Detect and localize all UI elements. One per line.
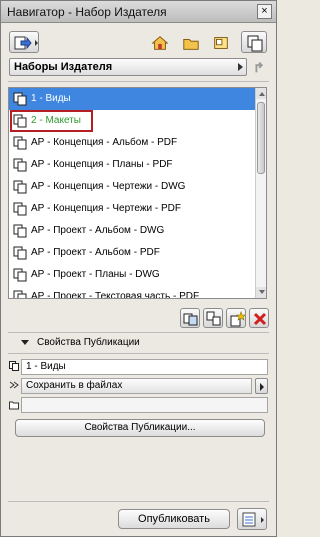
publish-set-small-icon	[9, 361, 19, 371]
publish-arrow-icon	[14, 36, 32, 50]
folder-icon[interactable]	[182, 34, 200, 52]
list-item[interactable]: 1 - Виды	[9, 88, 255, 110]
publish-set-item-icon	[13, 224, 27, 238]
publisher-sets-dropdown[interactable]: Наборы Издателя	[9, 58, 247, 76]
up-folder-icon[interactable]	[251, 58, 269, 76]
publish-set-item-icon	[13, 136, 27, 150]
list-scrollbar[interactable]	[255, 88, 266, 298]
scroll-up-button[interactable]	[256, 88, 266, 99]
list-item-label: АР - Концепция - Альбом - PDF	[31, 137, 178, 148]
list-item[interactable]: АР - Концепция - Планы - PDF	[9, 154, 255, 176]
list-item[interactable]: АР - Проект - Альбом - PDF	[9, 242, 255, 264]
dropdown-arrow-icon	[261, 517, 264, 523]
list-item-label: АР - Проект - Текстовая часть - PDF	[31, 291, 200, 299]
publish-set-item-icon	[13, 290, 27, 298]
arrow-right-icon	[260, 383, 264, 391]
clone-item-button[interactable]	[180, 308, 200, 328]
publish-set-item-icon	[13, 92, 27, 106]
new-subset-button[interactable]	[203, 308, 223, 328]
list-item[interactable]: АР - Проект - Текстовая часть - PDF	[9, 286, 255, 299]
title-bar[interactable]: Навигатор - Набор Издателя ×	[1, 1, 276, 23]
publisher-set-icon	[247, 35, 263, 52]
window-title: Навигатор - Набор Издателя	[7, 5, 167, 19]
list-item-label: АР - Концепция - Чертежи - PDF	[31, 203, 181, 214]
publish-label: Опубликовать	[138, 513, 210, 525]
publish-set-item-icon	[13, 268, 27, 282]
publish-set-item-icon	[13, 202, 27, 216]
collapse-triangle-icon[interactable]	[21, 340, 29, 345]
output-mode-dropdown[interactable]: Сохранить в файлах	[21, 378, 252, 394]
list-menu-icon	[242, 512, 256, 527]
list-item-label: 1 - Виды	[31, 93, 71, 104]
output-mode-arrow-button[interactable]	[255, 378, 268, 394]
publication-properties-button[interactable]: Свойства Публикации...	[15, 419, 265, 437]
new-item-star-icon	[230, 311, 245, 327]
layout-icon[interactable]	[212, 34, 230, 52]
publisher-sets-label: Наборы Издателя	[14, 61, 113, 73]
list-item[interactable]: АР - Концепция - Чертежи - PDF	[9, 198, 255, 220]
options-menu-button[interactable]	[237, 508, 267, 530]
publish-set-item-icon	[13, 158, 27, 172]
navigator-window: Навигатор - Набор Издателя × Наборы Изда…	[0, 0, 277, 537]
delete-button[interactable]	[249, 308, 269, 328]
divider	[8, 501, 269, 502]
publish-button[interactable]: Опубликовать	[118, 509, 230, 529]
item-name-field[interactable]: 1 - Виды	[21, 359, 268, 375]
publish-mode-button[interactable]	[9, 31, 39, 53]
house-icon[interactable]	[151, 34, 169, 52]
properties-header: Свойства Публикации	[37, 337, 140, 348]
dropdown-arrow-icon	[238, 63, 243, 71]
folder-small-icon	[9, 401, 19, 410]
scroll-thumb[interactable]	[257, 102, 265, 174]
new-item-button[interactable]	[226, 308, 246, 328]
list-item-label: АР - Проект - Планы - DWG	[31, 269, 160, 280]
publisher-items-list[interactable]: 1 - Виды 2 - Макеты АР - Концепция - Аль…	[8, 87, 267, 299]
list-item[interactable]: АР - Концепция - Чертежи - DWG	[9, 176, 255, 198]
highlight-frame	[10, 110, 93, 132]
arrow-down-icon	[259, 290, 265, 294]
close-button[interactable]: ×	[257, 4, 272, 19]
output-mode-icon	[9, 381, 19, 389]
list-item[interactable]: АР - Концепция - Альбом - PDF	[9, 132, 255, 154]
list-item-label: АР - Концепция - Планы - PDF	[31, 159, 173, 170]
scroll-down-button[interactable]	[256, 287, 266, 298]
output-mode-value: Сохранить в файлах	[26, 380, 123, 391]
publication-properties-label: Свойства Публикации...	[84, 422, 196, 433]
list-item-label: АР - Проект - Альбом - DWG	[31, 225, 165, 236]
list-item[interactable]: АР - Проект - Альбом - DWG	[9, 220, 255, 242]
item-name-value: 1 - Виды	[26, 361, 66, 372]
clone-icon	[183, 313, 198, 326]
dropdown-arrow-icon	[35, 40, 38, 46]
divider	[8, 81, 269, 82]
new-subset-icon	[206, 311, 221, 326]
divider	[8, 353, 269, 354]
list-item[interactable]: АР - Проект - Планы - DWG	[9, 264, 255, 286]
path-field[interactable]	[21, 397, 268, 413]
publish-set-item-icon	[13, 246, 27, 260]
publisher-set-button[interactable]	[241, 31, 267, 53]
list-item-label: АР - Концепция - Чертежи - DWG	[31, 181, 186, 192]
divider	[8, 332, 269, 333]
delete-x-icon	[253, 312, 267, 326]
publish-set-item-icon	[13, 180, 27, 194]
list-item-label: АР - Проект - Альбом - PDF	[31, 247, 160, 258]
arrow-up-icon	[259, 92, 265, 96]
